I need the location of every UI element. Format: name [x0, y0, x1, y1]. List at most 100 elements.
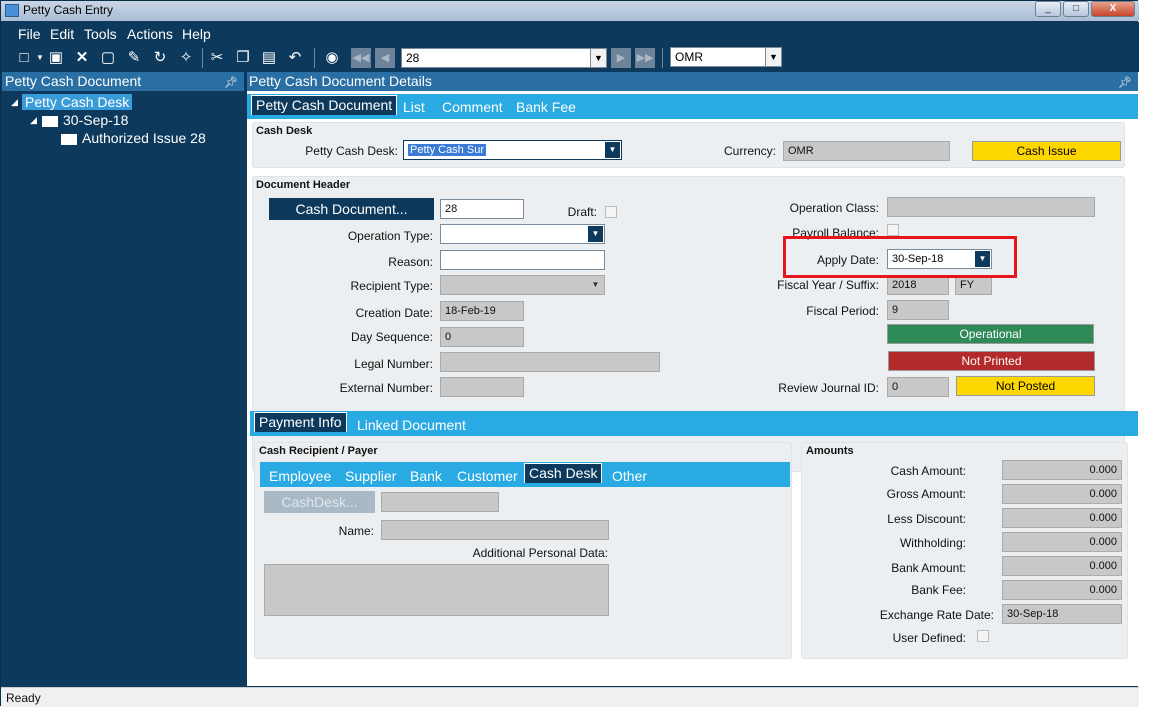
- status-text: Ready: [6, 691, 41, 705]
- operation-type-label: Operation Type:: [347, 229, 433, 243]
- cash-amount-label: Cash Amount:: [890, 464, 966, 478]
- day-sequence-field: 0: [440, 327, 524, 347]
- app-window: Petty Cash Entry _ □ X File Edit Tools A…: [0, 0, 1139, 707]
- tab-other[interactable]: Other: [612, 468, 647, 484]
- chevron-down-icon[interactable]: ▼: [765, 48, 781, 66]
- minimize-button[interactable]: _: [1035, 1, 1061, 17]
- reason-field[interactable]: [440, 250, 605, 270]
- fiscal-suffix-field: FY: [955, 275, 992, 295]
- document-header-title: Document Header: [256, 179, 351, 191]
- tab-list[interactable]: List: [403, 99, 425, 115]
- legal-number-field: [440, 352, 660, 372]
- tab-employee[interactable]: Employee: [269, 468, 331, 484]
- paste-icon[interactable]: ▤: [260, 49, 278, 67]
- chevron-down-icon[interactable]: ▼: [605, 142, 620, 158]
- tab-supplier[interactable]: Supplier: [345, 468, 396, 484]
- left-panel-title: Petty Cash Document: [5, 73, 142, 89]
- right-panel-header: Petty Cash Document Details 📌︎: [247, 72, 1138, 91]
- find-icon[interactable]: ◉: [323, 49, 341, 67]
- recipient-type-select[interactable]: ▼: [440, 275, 605, 295]
- less-discount-field: 0.000: [1002, 508, 1122, 528]
- reason-label: Reason:: [388, 255, 433, 269]
- tab-cash-desk[interactable]: Cash Desk: [524, 463, 603, 483]
- last-record-button[interactable]: ▶▶: [635, 48, 655, 68]
- tab-payment-info[interactable]: Payment Info: [254, 412, 347, 432]
- menu-bar: File Edit Tools Actions Help: [1, 22, 1139, 44]
- menu-edit[interactable]: Edit: [50, 26, 74, 42]
- tab-bank[interactable]: Bank: [410, 468, 442, 484]
- first-record-button[interactable]: ◀◀: [351, 48, 371, 68]
- next-record-button[interactable]: ▶: [611, 48, 631, 68]
- menu-actions[interactable]: Actions: [127, 26, 173, 42]
- operation-class-label: Operation Class:: [789, 201, 879, 215]
- bank-amount-label: Bank Amount:: [891, 561, 966, 575]
- expand-icon[interactable]: ◢: [11, 97, 18, 108]
- delete-icon[interactable]: ✕: [73, 49, 91, 67]
- cash-document-button[interactable]: Cash Document...: [269, 198, 434, 220]
- tree-item-date[interactable]: 30-Sep-18: [63, 112, 128, 128]
- user-defined-label: User Defined:: [892, 631, 966, 645]
- expand-icon[interactable]: ◢: [30, 115, 37, 126]
- posted-status-badge: Not Posted: [956, 376, 1095, 396]
- cashdesk-button[interactable]: CashDesk...: [264, 491, 375, 513]
- currency-combo[interactable]: OMR ▼: [670, 47, 782, 67]
- save-icon[interactable]: ▣: [47, 49, 65, 67]
- close-button[interactable]: X: [1091, 1, 1135, 17]
- status-bar: Ready: [1, 687, 1139, 707]
- chevron-down-icon[interactable]: ▼: [590, 49, 606, 67]
- cut-icon[interactable]: ✂: [208, 49, 226, 67]
- clear-icon[interactable]: ▢: [99, 49, 117, 67]
- payroll-balance-checkbox[interactable]: [887, 224, 899, 236]
- user-defined-checkbox[interactable]: [977, 630, 989, 642]
- recipient-title: Cash Recipient / Payer: [259, 445, 378, 457]
- menu-tools[interactable]: Tools: [84, 26, 117, 42]
- refresh-icon[interactable]: ↻: [151, 49, 169, 67]
- legal-number-label: Legal Number:: [354, 357, 433, 371]
- draft-checkbox[interactable]: [605, 206, 617, 218]
- currency-combo-value: OMR: [675, 50, 703, 64]
- name-label: Name:: [338, 524, 374, 538]
- right-panel-title: Petty Cash Document Details: [249, 73, 432, 89]
- draft-label: Draft:: [567, 205, 597, 219]
- cashdesk-field: [381, 492, 499, 512]
- toolbar-separator: [202, 48, 203, 68]
- maximize-button[interactable]: □: [1063, 1, 1089, 17]
- petty-cash-desk-select[interactable]: Petty Cash Sur ▼: [403, 140, 622, 160]
- undo-icon[interactable]: ↶: [286, 49, 304, 67]
- tab-customer[interactable]: Customer: [457, 468, 518, 484]
- bank-fee-field: 0.000: [1002, 580, 1122, 600]
- name-field: [381, 520, 609, 540]
- menu-file[interactable]: File: [18, 26, 41, 42]
- clean-icon[interactable]: ✧: [177, 49, 195, 67]
- tab-linked-document[interactable]: Linked Document: [357, 417, 466, 433]
- creation-date-field: 18-Feb-19: [440, 301, 524, 321]
- prev-record-button[interactable]: ◀: [375, 48, 395, 68]
- fiscal-period-label: Fiscal Period:: [806, 304, 879, 318]
- record-combo-value: 28: [406, 51, 420, 65]
- petty-cash-desk-label: Petty Cash Desk:: [305, 144, 398, 158]
- record-combo[interactable]: 28 ▼: [401, 48, 607, 68]
- tree-item-authorized-issue[interactable]: Authorized Issue 28: [82, 130, 206, 146]
- pin-icon[interactable]: 📌︎: [224, 74, 238, 93]
- cash-document-field[interactable]: 28: [440, 199, 524, 219]
- chevron-down-icon[interactable]: ▼: [588, 277, 603, 293]
- tab-bank-fee[interactable]: Bank Fee: [516, 99, 576, 115]
- tree-item-petty-cash-desk[interactable]: Petty Cash Desk: [22, 94, 133, 110]
- recipient-tab-bar: Employee Supplier Bank Customer Cash Des…: [260, 462, 790, 487]
- menu-help[interactable]: Help: [182, 26, 211, 42]
- cash-desk-title: Cash Desk: [256, 125, 313, 137]
- tab-comment[interactable]: Comment: [442, 99, 503, 115]
- currency-field[interactable]: OMR: [783, 141, 950, 161]
- exchange-rate-date-field: 30-Sep-18: [1002, 604, 1122, 624]
- copy-icon[interactable]: ❐: [234, 49, 252, 67]
- additional-data-field: [264, 564, 609, 616]
- operation-type-select[interactable]: ▼: [440, 224, 605, 244]
- pin-icon[interactable]: 📌︎: [1118, 74, 1132, 93]
- tab-petty-cash-document[interactable]: Petty Cash Document: [251, 95, 398, 115]
- chevron-down-icon[interactable]: ▼: [588, 226, 603, 242]
- fiscal-year-field: 2018: [887, 275, 949, 295]
- window-title: Petty Cash Entry: [23, 3, 114, 17]
- toolbar-separator: [314, 48, 315, 68]
- toolbar: □ ▼ ▣ ✕ ▢ ✎ ↻ ✧ ✂ ❐ ▤ ↶ ◉ ◀◀ ◀ 28 ▼ ▶ ▶▶…: [1, 44, 1139, 72]
- edit-icon[interactable]: ✎: [125, 49, 143, 67]
